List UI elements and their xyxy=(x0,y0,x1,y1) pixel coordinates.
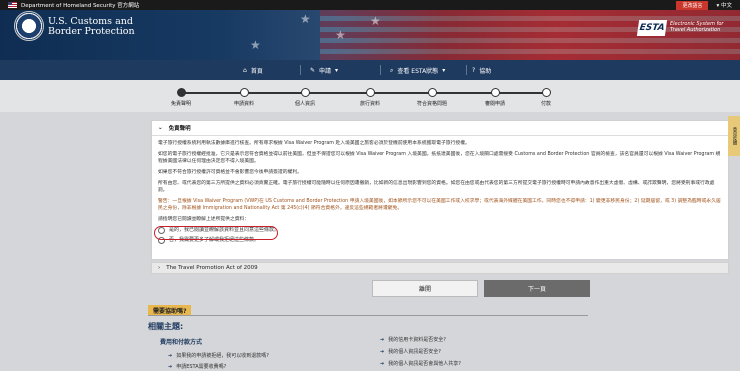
gov-banner: Department of Homeland Security 官方網站 更改語… xyxy=(0,0,740,10)
esta-logo[interactable]: ESTA xyxy=(636,20,668,36)
esta-tagline: Electronic System for Travel Authorizati… xyxy=(670,21,724,33)
nav-apply[interactable]: ✎ 申請 ▾ xyxy=(310,66,338,75)
faq-link[interactable]: ➔ 我的個人資訊是否安全? xyxy=(380,348,441,356)
arrow-right-icon: ➔ xyxy=(380,336,385,343)
change-language-button[interactable]: 更改語言 xyxy=(676,0,709,10)
chevron-down-icon: ⌄ xyxy=(158,125,163,131)
travel-promotion-act-accordion[interactable]: › The Travel Promotion Act of 2009 xyxy=(151,262,729,274)
faq-link[interactable]: ➔ 我的個人資訊是否會與他人共享? xyxy=(380,360,461,368)
faq-link[interactable]: ➔ 申請ESTA需要收費嗎? xyxy=(168,363,226,371)
disclaimer-paragraph: 所有由您、或代表您的第三方所提供之資料必須真實正確。電子旅行授權可能隨時以任何原… xyxy=(158,181,715,193)
feedback-tab[interactable]: 意見反饋 xyxy=(728,116,740,156)
language-selector[interactable]: ▾ 中文 xyxy=(716,1,732,9)
acknowledge-question: 請指明您已閱讀並瞭解上述所提供之資料： xyxy=(158,217,250,222)
nav-help[interactable]: ? 協助 xyxy=(472,66,491,75)
agency-name[interactable]: U.S. Customs and Border Protection xyxy=(48,17,135,37)
disclaimer-paragraph: 電子旅行授權系統利用執法數據庫進行核查。所有尋求根據 Visa Waiver P… xyxy=(158,141,470,146)
need-help-tab[interactable]: 需要協助嗎? xyxy=(148,305,192,315)
nav-view-status[interactable]: ⌕ 查看 ESTA狀態 ▾ xyxy=(390,66,446,76)
disclaimer-header[interactable]: ⌄ 免責聲明 xyxy=(152,121,728,136)
arrow-right-icon: ➔ xyxy=(168,363,173,370)
arrow-right-icon: ➔ xyxy=(380,348,385,355)
fees-heading: 費用和付款方式 xyxy=(160,339,203,346)
warning-text: 警告：一旦根據 Visa Waiver Program (VWP)在 US Cu… xyxy=(158,199,721,211)
us-flag-icon xyxy=(8,2,17,8)
help-icon: ? xyxy=(472,67,476,74)
chevron-down-icon: ▾ xyxy=(442,67,446,74)
step-payment: 付款 xyxy=(506,88,586,107)
chevron-right-icon: › xyxy=(158,265,161,271)
disclaimer-panel: ⌄ 免責聲明 電子旅行授權系統利用執法數據庫進行核查。所有尋求根據 Visa W… xyxy=(151,120,729,260)
faq-link[interactable]: ➔ 我的信用卡資料是否安全? xyxy=(380,336,446,344)
faq-link[interactable]: ➔ 如果我的申請被拒絕，我可以收到退款嗎? xyxy=(168,352,269,360)
nav-home[interactable]: ⌂ 首頁 xyxy=(243,66,263,75)
search-icon: ⌕ xyxy=(390,66,394,74)
disclaimer-title: 免責聲明 xyxy=(168,126,191,132)
arrow-right-icon: ➔ xyxy=(380,360,385,367)
dhs-seal-logo[interactable] xyxy=(14,11,44,41)
disclaimer-paragraph: 如您的電子旅行授權經批准，它只是表示您符合資格並得以前往美國，但並不保證您可以根… xyxy=(158,152,721,164)
chevron-down-icon: ▾ xyxy=(335,67,339,74)
next-button[interactable]: 下一頁 xyxy=(484,280,590,297)
exit-button[interactable]: 離開 xyxy=(372,280,478,297)
main-nav: ⌂ 首頁 ✎ 申請 ▾ ⌕ 查看 ESTA狀態 ▾ ? 協助 xyxy=(0,60,740,80)
pencil-icon: ✎ xyxy=(310,67,316,74)
home-icon: ⌂ xyxy=(243,67,247,74)
arrow-right-icon: ➔ xyxy=(168,352,173,359)
gov-banner-text: Department of Homeland Security 官方網站 xyxy=(21,3,140,9)
disclaimer-paragraph: 如果您不符合旅行授權許可資格並不會影響您今後申請簽證的權利。 xyxy=(158,170,302,175)
related-topics-heading: 相關主題: xyxy=(148,322,184,331)
progress-steps: 免責聲明 申請資料 個人資訊 旅行資料 符合資格問題 審閱申請 付款 xyxy=(0,80,740,112)
annotation-circle xyxy=(154,226,278,240)
